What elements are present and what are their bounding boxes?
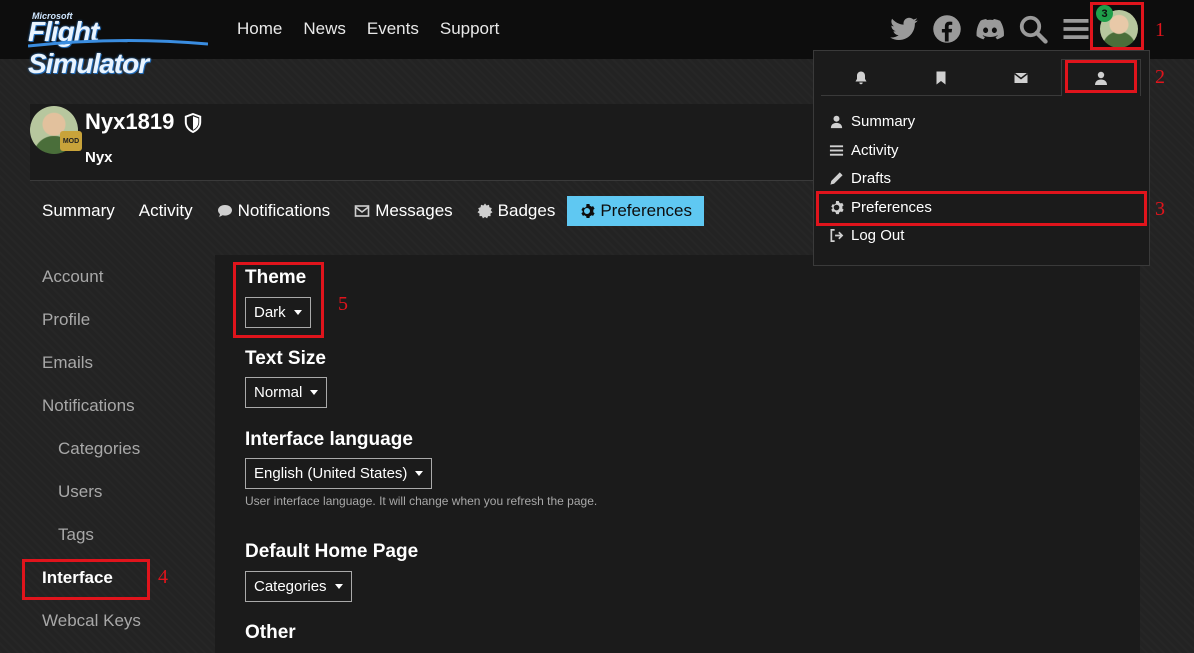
tab-summary-label: Summary <box>42 201 115 220</box>
user-menu-tab-messages[interactable] <box>981 59 1061 96</box>
text-size-select[interactable]: Normal <box>245 377 328 408</box>
tab-messages[interactable]: Messages <box>342 196 464 226</box>
bookmark-icon <box>936 71 946 84</box>
sidebar-item-users[interactable]: Users <box>58 482 102 502</box>
sidebar-item-profile[interactable]: Profile <box>42 310 90 330</box>
envelope-icon <box>354 205 370 217</box>
nav-events-link[interactable]: Events <box>367 19 419 39</box>
sidebar-item-categories[interactable]: Categories <box>58 439 140 459</box>
user-menu-item-drafts-label: Drafts <box>851 170 892 187</box>
nav-support-link[interactable]: Support <box>440 19 500 39</box>
profile-divider <box>30 180 820 181</box>
gear-icon <box>581 204 595 218</box>
sidebar-item-emails[interactable]: Emails <box>42 353 93 373</box>
search-icon[interactable] <box>1018 14 1048 44</box>
annotation-number-5: 5 <box>338 293 348 315</box>
annotation-box-1 <box>1090 2 1144 50</box>
user-menu-item-log-out-label: Log Out <box>851 227 905 244</box>
user-menu-item-log-out[interactable]: Log Out <box>829 227 904 244</box>
tab-messages-label: Messages <box>375 201 453 220</box>
caret-down-icon <box>415 471 424 476</box>
tab-badges[interactable]: Badges <box>465 196 568 226</box>
tab-preferences-label: Preferences <box>600 201 693 220</box>
shield-icon <box>184 113 202 133</box>
nav-home-link[interactable]: Home <box>237 19 282 39</box>
annotation-number-1: 1 <box>1155 19 1165 41</box>
user-menu-item-summary-label: Summary <box>851 113 916 130</box>
logo-title-text: Flight Simulator <box>28 16 149 79</box>
bell-icon <box>855 71 867 84</box>
interface-language-select[interactable]: English (United States) <box>245 458 433 489</box>
discord-icon[interactable] <box>975 14 1005 44</box>
other-label: Other <box>245 622 296 643</box>
preferences-panel <box>215 255 1140 653</box>
profile-username: Nyx1819 <box>85 109 175 134</box>
user-menu-tab-bookmarks[interactable] <box>901 59 981 96</box>
annotation-box-2 <box>1065 60 1137 93</box>
tab-summary[interactable]: Summary <box>30 196 127 226</box>
facebook-icon[interactable] <box>932 14 962 44</box>
certificate-icon <box>477 203 493 219</box>
sidebar-item-account[interactable]: Account <box>42 267 103 287</box>
sidebar-item-notifications[interactable]: Notifications <box>42 396 135 416</box>
main-nav: Home News Events Support <box>237 19 520 39</box>
user-menu-item-activity[interactable]: Activity <box>829 142 899 159</box>
tab-badges-label: Badges <box>497 201 556 220</box>
flight-simulator-logo[interactable]: Microsoft Flight Simulator <box>28 10 212 79</box>
annotation-number-2: 2 <box>1155 66 1165 88</box>
annotation-box-5 <box>233 262 324 338</box>
tab-activity[interactable]: Activity <box>127 196 205 226</box>
interface-language-hint: User interface language. It will change … <box>245 494 598 508</box>
tab-notifications-label: Notifications <box>237 201 331 220</box>
interface-language-label: Interface language <box>245 429 413 450</box>
annotation-box-4 <box>22 559 150 600</box>
caret-down-icon <box>334 584 343 589</box>
text-size-select-value: Normal <box>254 384 303 401</box>
default-home-page-select-value: Categories <box>254 578 327 595</box>
sidebar-item-webcal-keys[interactable]: Webcal Keys <box>42 611 141 631</box>
user-menu-item-activity-label: Activity <box>851 142 899 159</box>
tab-activity-label: Activity <box>138 201 193 220</box>
logo-swoosh-icon <box>28 38 208 48</box>
sign-out-icon <box>830 229 844 242</box>
tab-notifications[interactable]: Notifications <box>205 196 343 226</box>
envelope-icon <box>1014 72 1028 83</box>
comment-icon <box>217 205 232 217</box>
nav-news-link[interactable]: News <box>303 19 346 39</box>
user-icon <box>830 115 843 129</box>
tab-preferences[interactable]: Preferences <box>567 196 705 226</box>
moderator-badge: MOD <box>60 131 82 151</box>
default-home-page-label: Default Home Page <box>245 541 419 562</box>
caret-down-icon <box>310 390 319 395</box>
user-menu-item-summary[interactable]: Summary <box>829 113 915 130</box>
annotation-number-3: 3 <box>1155 198 1165 220</box>
hamburger-icon[interactable] <box>1061 14 1091 44</box>
pencil-icon <box>830 172 843 185</box>
profile-tabs: Summary Activity Notifications Messages … <box>30 196 705 226</box>
twitter-icon[interactable] <box>889 14 919 44</box>
annotation-number-4: 4 <box>158 566 168 588</box>
user-menu-item-drafts[interactable]: Drafts <box>829 170 891 187</box>
profile-name: Nyx <box>85 149 113 166</box>
default-home-page-select[interactable]: Categories <box>245 571 352 602</box>
user-menu-tab-notifications[interactable] <box>821 59 901 96</box>
text-size-label: Text Size <box>245 348 326 369</box>
sidebar-item-tags[interactable]: Tags <box>58 525 94 545</box>
interface-language-select-value: English (United States) <box>254 465 408 482</box>
list-icon <box>829 145 844 156</box>
annotation-box-3 <box>816 191 1147 226</box>
